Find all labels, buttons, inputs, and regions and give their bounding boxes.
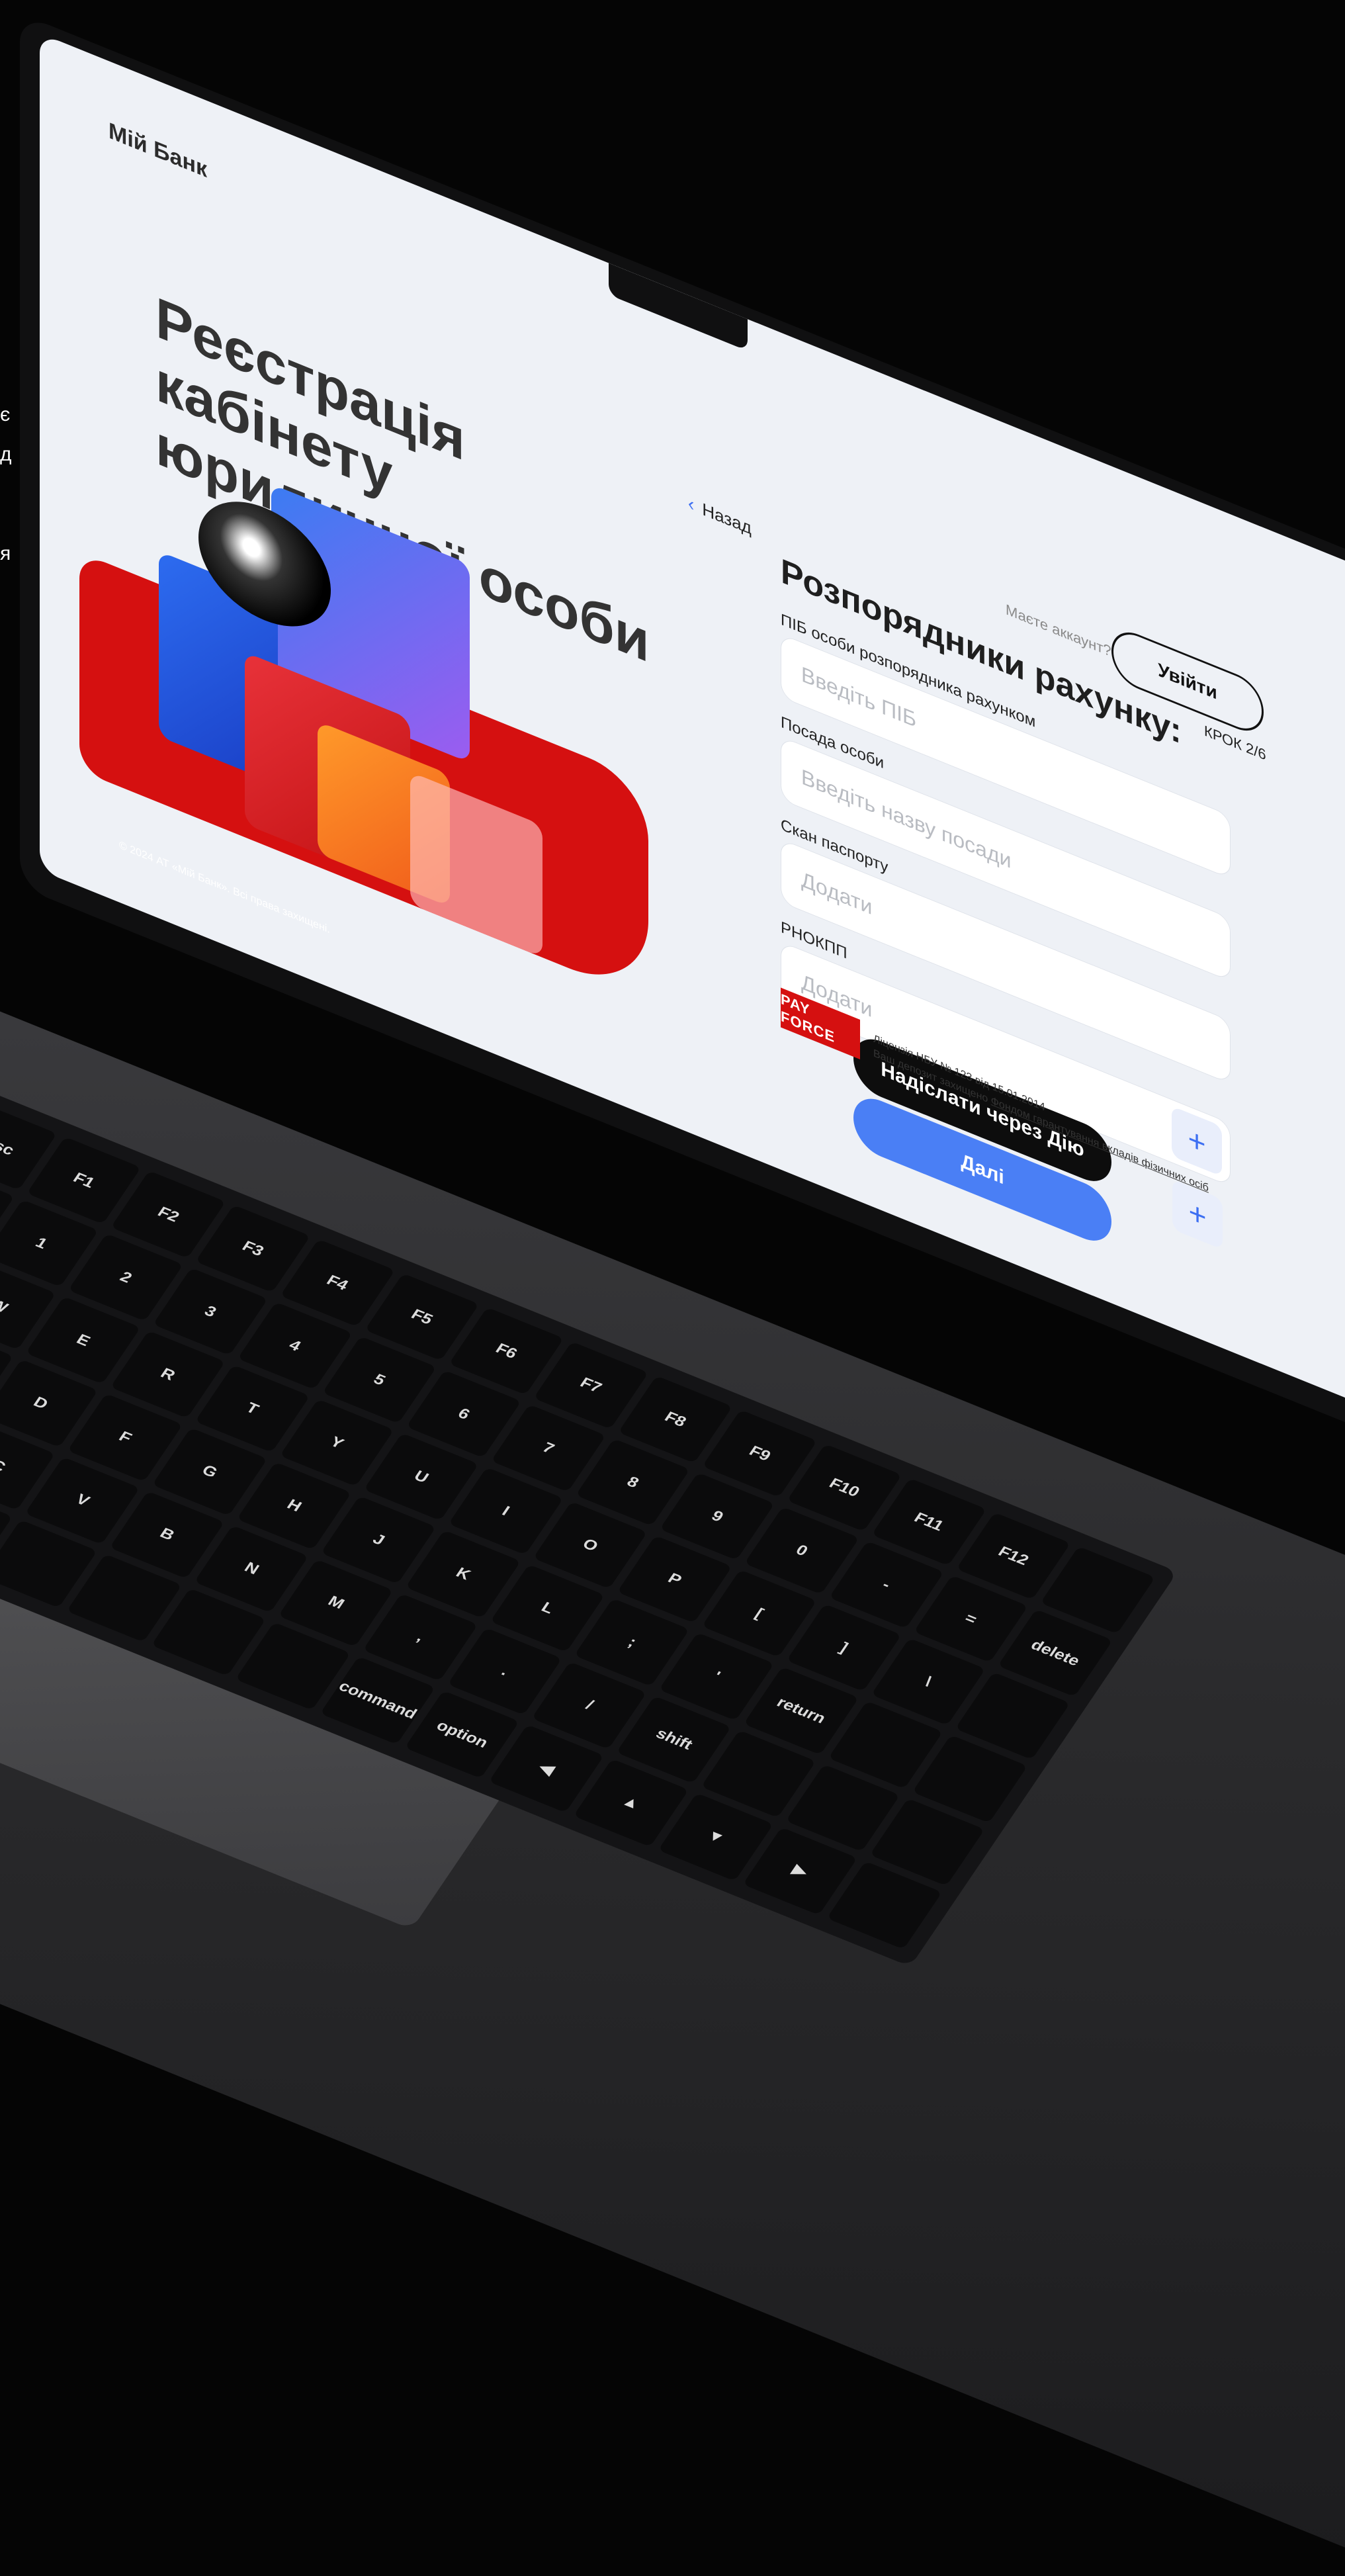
step-indicator: КРОК 2/6 bbox=[1204, 722, 1266, 764]
back-label: Назад bbox=[702, 498, 752, 539]
chevron-left-icon: ‹ bbox=[688, 492, 695, 515]
brand-logo[interactable]: Мій Банк bbox=[108, 118, 207, 183]
back-link[interactable]: ‹ Назад bbox=[688, 492, 752, 539]
edge-text: є bbox=[0, 404, 11, 425]
edge-text: я bbox=[0, 543, 11, 564]
edge-text: д bbox=[0, 443, 12, 465]
